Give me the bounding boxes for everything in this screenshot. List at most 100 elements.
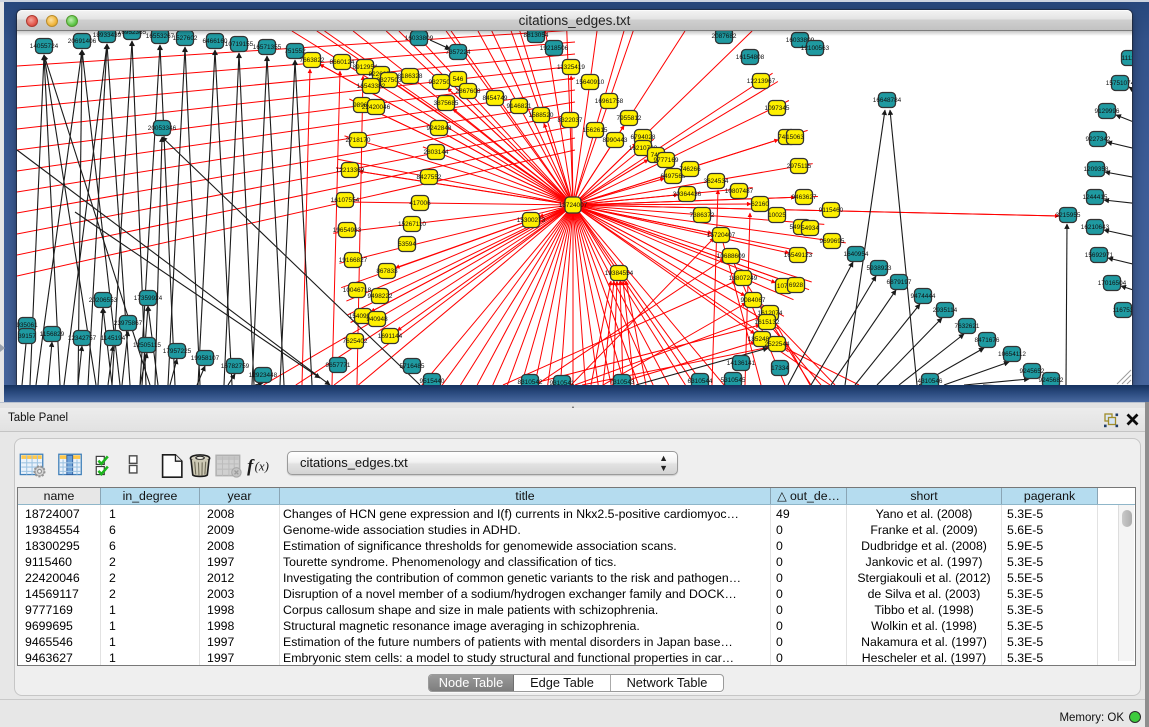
svg-text:9474444: 9474444 [911,293,936,300]
svg-text:8454749: 8454749 [483,95,508,102]
svg-text:14055724: 14055724 [30,43,59,50]
svg-text:10654112: 10654112 [998,351,1026,358]
svg-text:16782759: 16782759 [221,363,250,370]
svg-text:9245652: 9245652 [1020,368,1045,375]
svg-text:6928: 6928 [789,282,804,289]
svg-text:12505115: 12505115 [133,342,161,349]
svg-text:19166827: 19166827 [339,257,368,264]
svg-text:18933439: 18933439 [93,32,122,39]
svg-text:2522544: 2522544 [765,341,790,348]
svg-text:8660124: 8660124 [330,59,355,66]
svg-text:17334: 17334 [771,365,789,372]
svg-text:8186328: 8186328 [398,73,423,80]
svg-text:16961758: 16961758 [595,98,624,105]
svg-text:15300273: 15300273 [517,217,546,224]
svg-text:867833: 867833 [376,268,398,275]
svg-text:54934: 54934 [801,225,819,232]
svg-text:11124: 11124 [1122,55,1132,62]
svg-text:23975867: 23975867 [114,320,143,327]
svg-text:2087682: 2087682 [712,33,737,40]
svg-text:7632621: 7632621 [955,323,980,330]
svg-text:4310546: 4310546 [918,378,943,385]
svg-text:15267110: 15267110 [398,221,426,228]
svg-text:16952365: 16952365 [118,31,147,36]
svg-text:9146821: 9146821 [507,103,532,110]
svg-text:16107554: 16107554 [331,197,360,204]
svg-text:9227342: 9227342 [1086,136,1111,143]
svg-text:16033809: 16033809 [405,35,434,42]
svg-text:15640910: 15640910 [576,79,605,86]
svg-text:2935114: 2935114 [933,307,958,314]
svg-text:16210643: 16210643 [1081,224,1110,231]
svg-text:1562615: 1562615 [583,127,608,134]
svg-text:62160: 62160 [751,201,769,208]
svg-text:10688609: 10688609 [717,253,746,260]
svg-text:9699695: 9699695 [820,238,845,245]
svg-text:1691144: 1691144 [378,333,403,340]
svg-text:3215955: 3215955 [1056,212,1081,219]
svg-text:19218506: 19218506 [540,45,569,52]
svg-text:1615132: 1615132 [755,319,780,326]
svg-text:20691406: 20691406 [68,38,97,45]
svg-text:8990443: 8990443 [603,137,628,144]
svg-text:10025: 10025 [768,212,786,219]
svg-text:10807487: 10807487 [725,188,754,195]
svg-text:546: 546 [453,76,464,83]
svg-text:12100563: 12100563 [801,45,830,52]
svg-text:(x): (x) [255,459,269,473]
svg-text:12342757: 12342757 [68,335,97,342]
svg-text:19958107: 19958107 [191,355,220,362]
svg-text:12213369: 12213369 [336,167,365,174]
svg-text:9115460: 9115460 [819,207,844,214]
svg-text:6310544: 6310544 [688,378,713,385]
svg-text:16154808: 16154808 [736,54,765,61]
svg-text:8427552: 8427552 [417,174,442,181]
svg-text:18724007: 18724007 [559,202,588,209]
svg-text:22420046: 22420046 [362,104,391,111]
svg-text:17359924: 17359924 [134,295,163,302]
svg-text:751552: 751552 [284,48,306,55]
svg-text:1145194: 1145194 [101,335,126,342]
svg-text:16543382: 16543382 [357,83,386,90]
svg-text:7625402: 7625402 [343,338,368,345]
svg-text:5310545: 5310545 [721,377,746,384]
svg-text:20206553: 20206553 [89,297,118,304]
svg-text:15063: 15063 [786,134,804,141]
svg-text:940948: 940948 [366,316,388,323]
svg-text:14136141: 14136141 [727,360,756,367]
svg-text:9515440: 9515440 [420,378,445,385]
svg-text:16549123: 16549123 [784,252,813,259]
svg-text:15751074: 15751074 [1106,80,1132,87]
svg-text:7663822: 7663822 [300,57,325,64]
svg-text:2975115: 2975115 [787,163,812,170]
svg-text:3875685: 3875685 [434,100,459,107]
svg-text:3624534: 3624534 [704,178,729,185]
svg-text:5716485: 5716485 [400,363,425,370]
svg-text:16553267: 16553267 [146,33,175,40]
svg-text:17016504: 17016504 [1098,280,1127,287]
svg-text:8471676: 8471676 [975,337,1000,344]
svg-text:9084067: 9084067 [741,297,766,304]
svg-text:2867608: 2867608 [456,88,481,95]
svg-text:5938923: 5938923 [867,265,892,272]
svg-text:19384554: 19384554 [605,270,634,277]
svg-text:20053346: 20053346 [148,125,177,132]
svg-text:417006: 417006 [409,200,431,207]
svg-text:7386372: 7386372 [690,212,715,219]
svg-text:12923448: 12923448 [249,372,278,379]
svg-text:53594: 53594 [398,241,416,248]
svg-text:9777169: 9777169 [654,157,679,164]
svg-text:1527602: 1527602 [173,35,198,42]
svg-text:11325419: 11325419 [557,64,585,71]
svg-text:19654983: 19654983 [333,227,362,234]
svg-text:1244415: 1244415 [1083,194,1108,201]
svg-text:1156829: 1156829 [40,331,65,338]
svg-text:10719155: 10719155 [225,41,254,48]
svg-text:1588520: 1588520 [529,112,554,119]
svg-text:39157: 39157 [18,333,36,340]
svg-text:116753: 116753 [1113,307,1132,314]
svg-text:2803144: 2803144 [424,149,449,156]
svg-text:12213967: 12213967 [747,78,776,85]
svg-text:9463627: 9463627 [792,194,817,201]
svg-text:9498222: 9498222 [368,293,393,300]
